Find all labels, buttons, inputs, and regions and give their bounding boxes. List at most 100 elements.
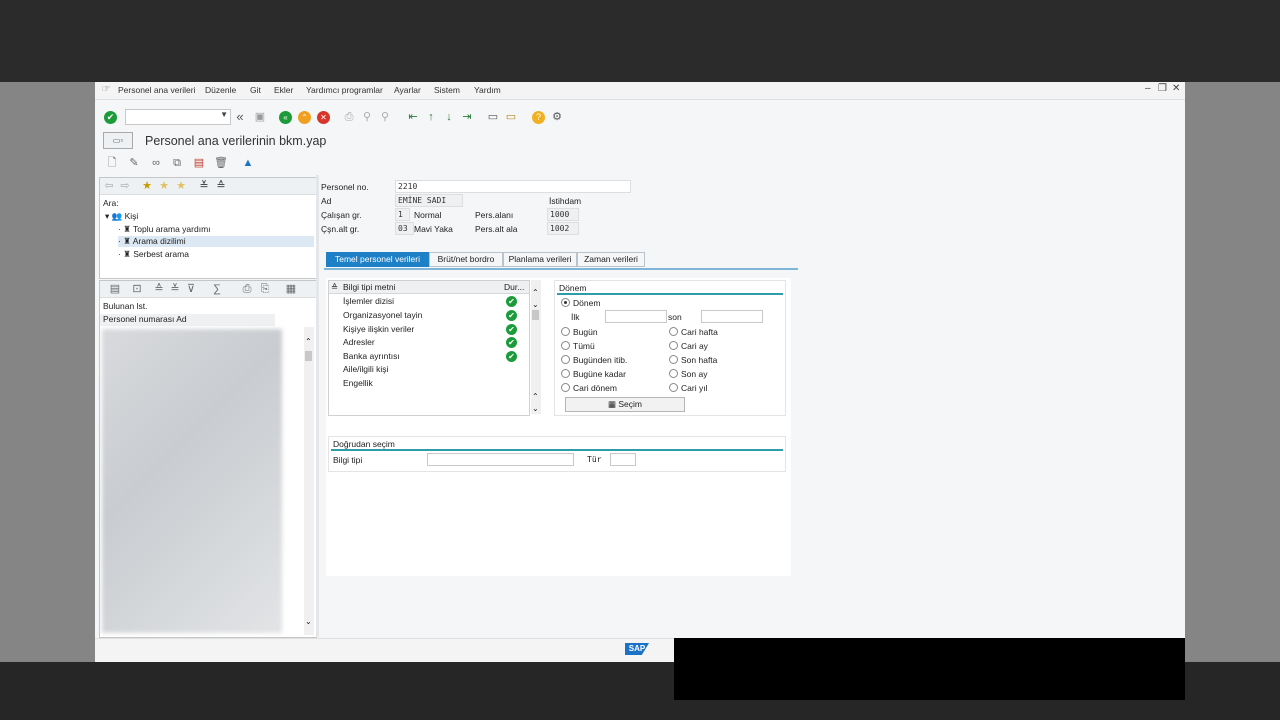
close-window-icon[interactable]: ✕ — [1172, 83, 1180, 94]
list-item[interactable]: Engellik — [343, 378, 373, 388]
last-page-icon[interactable]: ⇥ — [460, 110, 474, 124]
scroll-down-icon[interactable]: ⌄ — [532, 300, 539, 309]
favorites-add-icon[interactable]: ★ — [140, 179, 154, 193]
minimize-icon[interactable]: – — [1145, 83, 1151, 94]
new-document-icon[interactable]: 🗋 — [105, 156, 119, 170]
arrow-right-icon[interactable]: ⇨ — [118, 179, 132, 193]
sum-icon[interactable]: ∑ — [210, 282, 224, 296]
overview-mountain-icon[interactable]: ▲ — [241, 156, 255, 170]
sort-descending-icon[interactable]: ≚ — [168, 282, 182, 296]
hit-list-scrollbar[interactable]: ⌃ ⌄ — [304, 327, 314, 635]
export-icon[interactable]: ⎘ — [258, 282, 272, 296]
arrow-left-icon[interactable]: ⇦ — [102, 179, 116, 193]
tree-node-toplu-arama[interactable]: · ♜ Toplu arama yardımı — [118, 224, 211, 235]
bilgi-tipi-input[interactable] — [427, 453, 574, 466]
chevron-down-icon[interactable]: ▼ — [220, 110, 228, 119]
previous-page-icon[interactable]: ↑ — [424, 110, 438, 124]
select-all-icon[interactable]: ⊡ — [130, 282, 144, 296]
sort-icon[interactable]: ≙ — [331, 282, 338, 293]
tab-planlama-verileri[interactable]: Planlama verileri — [503, 252, 577, 267]
list-item[interactable]: Aile/ilgili kişi — [343, 364, 388, 374]
expand-all-icon[interactable]: ≚ — [197, 179, 211, 193]
radio-cari-hafta[interactable]: Cari hafta — [669, 327, 718, 337]
scroll-down-icon[interactable]: ⌄ — [305, 617, 312, 626]
period-to-input[interactable] — [701, 310, 763, 323]
favorites-remove-icon[interactable]: ★ — [174, 179, 188, 193]
shortcut-icon[interactable]: ▭ — [504, 110, 518, 124]
radio-bugune-kadar[interactable]: Bugüne kadar — [561, 369, 626, 379]
menu-ayarlar[interactable]: Ayarlar — [394, 85, 421, 95]
personel-no-input[interactable]: 2210 — [395, 180, 631, 193]
radio-cari-donem[interactable]: Cari dönem — [561, 383, 617, 393]
scroll-down-icon[interactable]: ⌄ — [532, 404, 539, 413]
layout-icon[interactable]: ▦ — [284, 282, 298, 296]
find-next-icon[interactable]: ⚲ — [378, 110, 392, 124]
splitter[interactable] — [316, 175, 319, 637]
create-session-icon[interactable]: ▭ — [486, 110, 500, 124]
sort-ascending-icon[interactable]: ≙ — [152, 282, 166, 296]
tree-node-arama-dizilimi[interactable]: · ♜ Arama dizilimi — [118, 236, 314, 247]
infotype-scrollbar[interactable]: ⌃ ⌄ ⌃ ⌄ — [531, 280, 541, 414]
print-icon[interactable]: ⎙ — [342, 110, 356, 124]
save-icon[interactable]: ▣ — [253, 110, 267, 124]
radio-donem[interactable]: Dönem — [561, 298, 600, 308]
secim-button[interactable]: ▦ Seçim — [565, 397, 685, 412]
radio-son-ay[interactable]: Son ay — [669, 369, 707, 379]
first-page-icon[interactable]: ⇤ — [406, 110, 420, 124]
command-field[interactable]: ▼ — [125, 109, 231, 125]
delete-trash-icon[interactable]: 🗑 — [214, 156, 228, 170]
scroll-thumb[interactable] — [305, 351, 312, 361]
menu-duzenle[interactable]: Düzenle — [205, 85, 236, 95]
radio-cari-ay[interactable]: Cari ay — [669, 341, 708, 351]
tur-input[interactable] — [610, 453, 636, 466]
tab-brut-net-bordro[interactable]: Brüt/net bordro — [429, 252, 503, 267]
menu-git[interactable]: Git — [250, 85, 261, 95]
radio-bugun[interactable]: Bugün — [561, 327, 598, 337]
scroll-up-icon[interactable]: ⌃ — [532, 288, 539, 297]
radio-cari-yil[interactable]: Cari yıl — [669, 383, 707, 393]
menu-icon[interactable]: ☞ — [99, 83, 113, 97]
enter-check-icon[interactable]: ✔ — [104, 111, 117, 124]
col-bilgi-tipi-metni[interactable]: Bilgi tipi metni — [343, 282, 395, 292]
display-glasses-icon[interactable]: ∞ — [149, 156, 163, 170]
scroll-up-icon[interactable]: ⌃ — [305, 337, 312, 346]
col-durum[interactable]: Dur... — [504, 282, 524, 292]
menu-sistem[interactable]: Sistem — [434, 85, 460, 95]
print-preview-icon[interactable]: ⎙ — [240, 282, 254, 296]
menu-yardim[interactable]: Yardım — [474, 85, 501, 95]
back-icon[interactable]: « — [279, 111, 292, 124]
next-page-icon[interactable]: ↓ — [442, 110, 456, 124]
list-item[interactable]: Banka ayrıntısı — [343, 351, 400, 361]
exit-icon[interactable]: ⌃ — [298, 111, 311, 124]
hit-list-column-header[interactable]: Personel numarası Ad — [100, 314, 275, 326]
favorites-icon[interactable]: ★ — [157, 179, 171, 193]
tab-zaman-verileri[interactable]: Zaman verileri — [577, 252, 645, 267]
find-icon[interactable]: ⚲ — [360, 110, 374, 124]
collapse-all-icon[interactable]: ≙ — [214, 179, 228, 193]
delimit-icon[interactable]: ▤ — [192, 156, 206, 170]
tree-node-serbest-arama[interactable]: · ♜ Serbest arama — [118, 249, 189, 260]
tree-expand-icon[interactable]: ▾ — [105, 211, 112, 221]
scroll-up-icon[interactable]: ⌃ — [532, 392, 539, 401]
period-from-input[interactable] — [605, 310, 667, 323]
radio-bugunden-itib[interactable]: Bugünden itib. — [561, 355, 627, 365]
scroll-thumb[interactable] — [532, 310, 539, 320]
edit-pencil-icon[interactable]: ✎ — [127, 156, 141, 170]
list-item[interactable]: İşlemler dizisi — [343, 296, 394, 306]
gear-icon[interactable]: ⚙ — [550, 110, 564, 124]
restore-icon[interactable]: ❐ — [1158, 83, 1167, 94]
help-icon[interactable]: ? — [532, 111, 545, 124]
list-item[interactable]: Kişiye ilişkin veriler — [343, 324, 414, 334]
filter-icon[interactable]: ⊽ — [184, 282, 198, 296]
radio-tumu[interactable]: Tümü — [561, 341, 595, 351]
list-item[interactable]: Adresler — [343, 337, 375, 347]
menu-yardimci-programlar[interactable]: Yardımcı programlar — [306, 85, 383, 95]
cancel-icon[interactable]: ✕ — [317, 111, 330, 124]
list-item[interactable]: Organizasyonel tayin — [343, 310, 422, 320]
menu-personel-ana-verileri[interactable]: Personel ana verileri — [118, 85, 195, 95]
double-left-icon[interactable]: « — [233, 110, 247, 124]
copy-icon[interactable]: ⧉ — [170, 156, 184, 170]
tree-node-kisi[interactable]: ▾ 👥 Kişi — [105, 211, 138, 222]
tab-temel-personel-verileri[interactable]: Temel personel verileri — [326, 252, 429, 267]
radio-son-hafta[interactable]: Son hafta — [669, 355, 717, 365]
